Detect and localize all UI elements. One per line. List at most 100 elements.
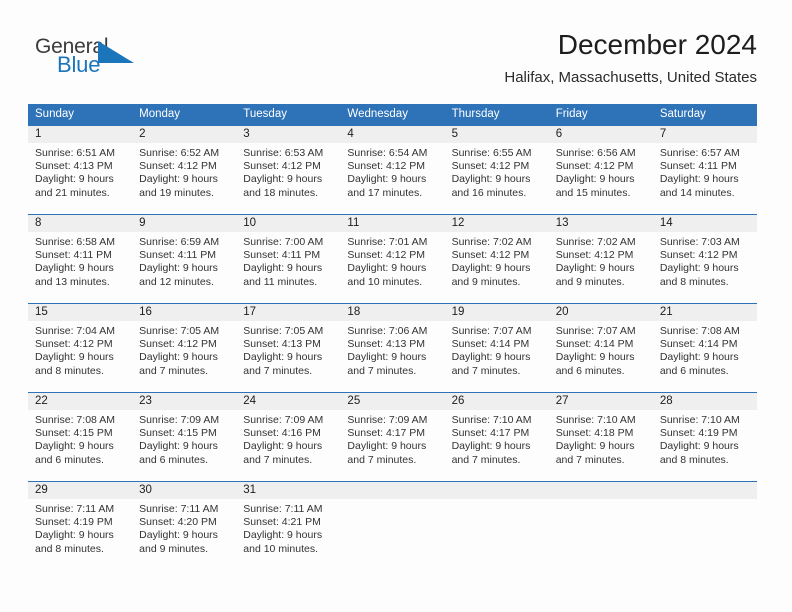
daylight-text-cont: and 7 minutes. [243, 364, 313, 377]
day-cell[interactable]: Sunrise: 7:01 AM Sunset: 4:12 PM Dayligh… [340, 232, 444, 303]
weekday-header-friday: Friday [555, 108, 588, 120]
day-cell[interactable]: Sunrise: 7:04 AM Sunset: 4:12 PM Dayligh… [28, 321, 132, 392]
day-cell[interactable]: Sunrise: 7:11 AM Sunset: 4:21 PM Dayligh… [236, 499, 340, 570]
day-cell[interactable]: Sunrise: 7:05 AM Sunset: 4:13 PM Dayligh… [236, 321, 340, 392]
day-number[interactable]: 8 [28, 215, 132, 232]
daylight-text-cont: and 8 minutes. [659, 453, 729, 466]
day-number[interactable]: 14 [653, 215, 757, 232]
day-number[interactable]: 1 [28, 126, 132, 143]
day-cell[interactable]: Sunrise: 7:10 AM Sunset: 4:19 PM Dayligh… [653, 410, 757, 481]
daylight-text: Daylight: 9 hours [659, 351, 739, 364]
day-number[interactable]: 9 [132, 215, 236, 232]
day-number[interactable]: 22 [28, 393, 132, 410]
day-number[interactable]: 21 [653, 304, 757, 321]
daylight-text-cont: and 11 minutes. [243, 275, 318, 288]
daylight-text-cont: and 7 minutes. [451, 453, 521, 466]
daylight-text: Daylight: 9 hours [659, 173, 739, 186]
day-number[interactable]: 6 [549, 126, 653, 143]
day-number[interactable]: 15 [28, 304, 132, 321]
daylight-text-cont: and 10 minutes. [243, 542, 318, 555]
day-number[interactable]: 24 [236, 393, 340, 410]
day-number[interactable]: 12 [445, 215, 549, 232]
day-cell[interactable]: Sunrise: 7:09 AM Sunset: 4:17 PM Dayligh… [340, 410, 444, 481]
day-number-band: 22 23 24 25 26 27 28 [28, 393, 757, 410]
calendar-table: Sunday Monday Tuesday Wednesday Thursday… [28, 104, 757, 570]
weekday-header-tuesday: Tuesday [243, 108, 287, 120]
day-detail-band: Sunrise: 7:08 AM Sunset: 4:15 PM Dayligh… [28, 410, 757, 481]
day-cell[interactable]: Sunrise: 6:57 AM Sunset: 4:11 PM Dayligh… [653, 143, 757, 214]
day-number[interactable]: 2 [132, 126, 236, 143]
day-detail-band: Sunrise: 6:51 AM Sunset: 4:13 PM Dayligh… [28, 143, 757, 214]
day-number[interactable]: 11 [340, 215, 444, 232]
day-cell[interactable]: Sunrise: 7:10 AM Sunset: 4:17 PM Dayligh… [445, 410, 549, 481]
daylight-text-cont: and 13 minutes. [35, 275, 110, 288]
day-cell[interactable]: Sunrise: 7:02 AM Sunset: 4:12 PM Dayligh… [549, 232, 653, 303]
title-block: December 2024 Halifax, Massachusetts, Un… [504, 28, 757, 88]
day-cell[interactable]: Sunrise: 7:09 AM Sunset: 4:16 PM Dayligh… [236, 410, 340, 481]
daylight-text: Daylight: 9 hours [347, 173, 427, 186]
day-number[interactable]: 7 [653, 126, 757, 143]
day-cell[interactable]: Sunrise: 7:08 AM Sunset: 4:15 PM Dayligh… [28, 410, 132, 481]
day-cell[interactable]: Sunrise: 7:03 AM Sunset: 4:12 PM Dayligh… [653, 232, 757, 303]
day-cell[interactable]: Sunrise: 6:53 AM Sunset: 4:12 PM Dayligh… [236, 143, 340, 214]
general-blue-logo[interactable]: General Blue [35, 36, 195, 82]
day-number[interactable]: 29 [28, 482, 132, 499]
sunset-text: Sunset: 4:12 PM [555, 160, 634, 173]
logo-text-blue: Blue [57, 52, 101, 77]
day-cell[interactable]: Sunrise: 7:10 AM Sunset: 4:18 PM Dayligh… [549, 410, 653, 481]
day-number[interactable]: 30 [132, 482, 236, 499]
sunrise-text: Sunrise: 7:09 AM [243, 414, 324, 426]
day-cell[interactable]: Sunrise: 6:59 AM Sunset: 4:11 PM Dayligh… [132, 232, 236, 303]
day-number[interactable]: 23 [132, 393, 236, 410]
sunset-text: Sunset: 4:13 PM [35, 160, 113, 173]
daylight-text: Daylight: 9 hours [139, 440, 218, 453]
sunset-text: Sunset: 4:17 PM [347, 427, 426, 440]
sunset-text: Sunset: 4:19 PM [659, 427, 738, 440]
day-cell[interactable]: Sunrise: 7:08 AM Sunset: 4:14 PM Dayligh… [653, 321, 757, 392]
day-cell[interactable]: Sunrise: 6:51 AM Sunset: 4:13 PM Dayligh… [28, 143, 132, 214]
day-cell[interactable]: Sunrise: 7:11 AM Sunset: 4:20 PM Dayligh… [132, 499, 236, 570]
sunset-text: Sunset: 4:11 PM [35, 249, 112, 262]
day-cell[interactable]: Sunrise: 6:55 AM Sunset: 4:12 PM Dayligh… [445, 143, 549, 214]
daylight-text: Daylight: 9 hours [555, 173, 635, 186]
day-number[interactable]: 5 [445, 126, 549, 143]
day-cell[interactable]: Sunrise: 7:11 AM Sunset: 4:19 PM Dayligh… [28, 499, 132, 570]
sunset-text: Sunset: 4:13 PM [347, 338, 426, 351]
sunset-text: Sunset: 4:12 PM [451, 249, 530, 262]
sunset-text: Sunset: 4:16 PM [243, 427, 321, 440]
day-cell[interactable]: Sunrise: 7:07 AM Sunset: 4:14 PM Dayligh… [445, 321, 549, 392]
day-number[interactable]: 25 [340, 393, 444, 410]
sunrise-text: Sunrise: 7:11 AM [139, 503, 219, 515]
sunset-text: Sunset: 4:12 PM [35, 338, 113, 351]
day-number[interactable]: 17 [236, 304, 340, 321]
day-cell[interactable]: Sunrise: 7:07 AM Sunset: 4:14 PM Dayligh… [549, 321, 653, 392]
day-cell[interactable]: Sunrise: 6:56 AM Sunset: 4:12 PM Dayligh… [549, 143, 653, 214]
day-number[interactable]: 3 [236, 126, 340, 143]
day-detail-band: Sunrise: 7:04 AM Sunset: 4:12 PM Dayligh… [28, 321, 757, 392]
daylight-text: Daylight: 9 hours [139, 351, 218, 364]
day-cell[interactable]: Sunrise: 7:02 AM Sunset: 4:12 PM Dayligh… [445, 232, 549, 303]
day-number[interactable]: 16 [132, 304, 236, 321]
day-number[interactable]: 31 [236, 482, 340, 499]
day-number[interactable]: 10 [236, 215, 340, 232]
day-number[interactable]: 26 [445, 393, 549, 410]
triangle-icon [98, 41, 134, 63]
day-cell[interactable]: Sunrise: 6:54 AM Sunset: 4:12 PM Dayligh… [340, 143, 444, 214]
day-number[interactable]: 4 [340, 126, 444, 143]
daylight-text-cont: and 12 minutes. [139, 275, 214, 288]
day-cell[interactable]: Sunrise: 7:09 AM Sunset: 4:15 PM Dayligh… [132, 410, 236, 481]
day-number[interactable]: 19 [445, 304, 549, 321]
day-number[interactable]: 13 [549, 215, 653, 232]
day-cell[interactable]: Sunrise: 6:52 AM Sunset: 4:12 PM Dayligh… [132, 143, 236, 214]
day-number[interactable]: 28 [653, 393, 757, 410]
day-number-band: 29 30 31 [28, 482, 757, 499]
daylight-text-cont: and 19 minutes. [139, 186, 214, 199]
day-number[interactable]: 27 [549, 393, 653, 410]
day-cell[interactable]: Sunrise: 7:00 AM Sunset: 4:11 PM Dayligh… [236, 232, 340, 303]
day-number[interactable]: 20 [549, 304, 653, 321]
day-cell[interactable]: Sunrise: 7:05 AM Sunset: 4:12 PM Dayligh… [132, 321, 236, 392]
day-number[interactable]: 18 [340, 304, 444, 321]
day-cell[interactable]: Sunrise: 7:06 AM Sunset: 4:13 PM Dayligh… [340, 321, 444, 392]
day-cell[interactable]: Sunrise: 6:58 AM Sunset: 4:11 PM Dayligh… [28, 232, 132, 303]
sunset-text: Sunset: 4:14 PM [659, 338, 738, 351]
